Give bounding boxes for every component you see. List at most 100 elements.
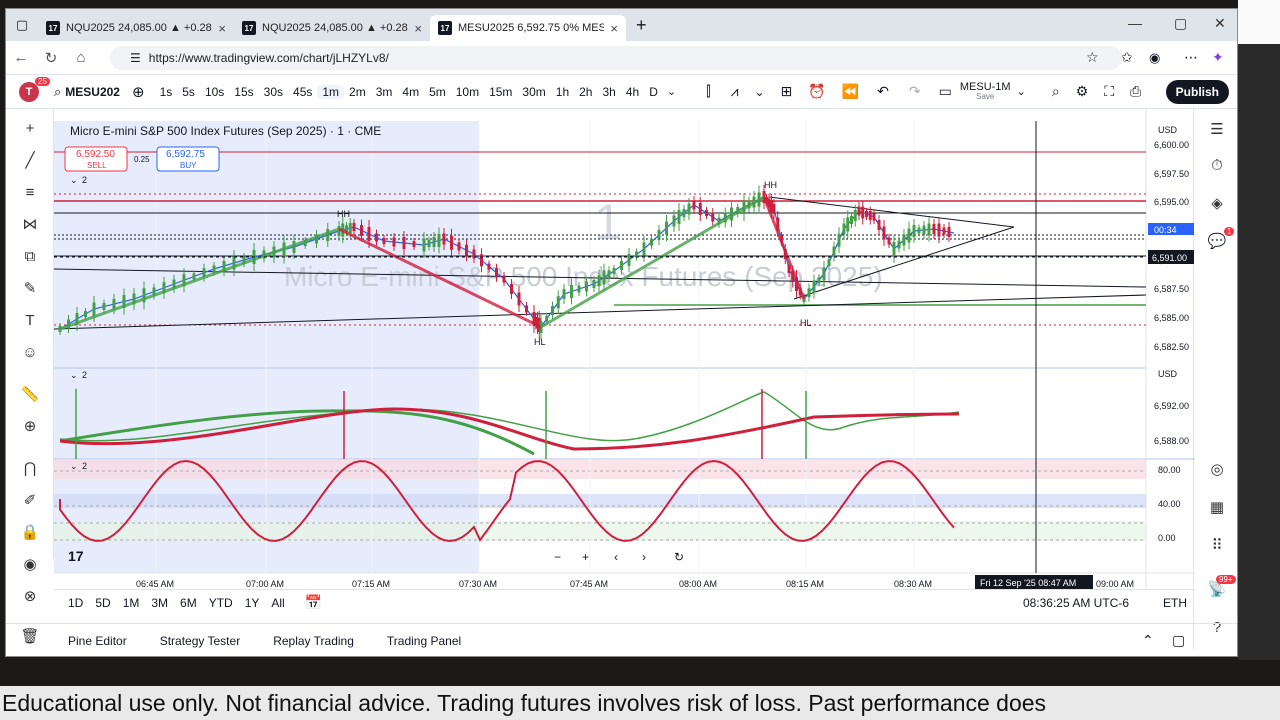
url-field[interactable]: ☰ https://www.tradingview.com/chart/jLHZY… xyxy=(110,46,1122,70)
browser-tab-1[interactable]: 17NQU2025 24,085.00 ▲ +0.28% N× xyxy=(38,15,234,41)
clock[interactable]: 08:36:25 AM UTC-6 xyxy=(1023,596,1129,610)
interval-30s[interactable]: 30s xyxy=(259,85,288,99)
extension-icon[interactable]: ◉ xyxy=(1149,50,1160,66)
panel-tab-2[interactable]: Replay Trading xyxy=(257,634,371,648)
interval-1h[interactable]: 1h xyxy=(551,85,574,99)
object-tree-icon[interactable]: ⊗ xyxy=(20,587,40,607)
calendar-icon[interactable]: ▦ xyxy=(1206,497,1228,519)
favorite-icon[interactable]: ☆ xyxy=(1086,49,1099,66)
publish-button[interactable]: Publish xyxy=(1165,80,1229,104)
interval-4h[interactable]: 4h xyxy=(621,85,644,99)
text-icon[interactable]: T xyxy=(20,311,40,331)
lock-icon[interactable]: 🔒 xyxy=(20,523,40,543)
collapse-pane-icon[interactable]: ⌄ xyxy=(70,175,78,185)
compare-symbol-icon[interactable]: ⊕ xyxy=(132,83,145,101)
avatar[interactable]: T 25 xyxy=(6,76,50,107)
undo-icon[interactable]: ↶ xyxy=(877,83,889,100)
interval-4m[interactable]: 4m xyxy=(397,85,424,99)
layout-name[interactable]: MESU-1M Save xyxy=(960,82,1011,101)
close-tab-icon[interactable]: × xyxy=(610,21,618,36)
site-info-icon[interactable]: ☰ xyxy=(130,51,141,65)
session[interactable]: ETH xyxy=(1163,596,1187,610)
watchlist-icon[interactable]: ☰ xyxy=(1206,119,1228,141)
favorites-bar-icon[interactable]: ✩ xyxy=(1121,49,1133,66)
go-to-date-icon[interactable]: 📅 xyxy=(305,594,322,611)
symbol-search-icon[interactable]: ⌕ xyxy=(54,84,61,100)
magnet-icon[interactable]: ⋂ xyxy=(20,459,40,479)
range-6M[interactable]: 6M xyxy=(174,596,203,610)
brush-icon[interactable]: ✎ xyxy=(20,279,40,299)
browser-tab-3[interactable]: 17MESU2025 6,592.75 0% MESU-1M× xyxy=(430,15,626,41)
symbol-input[interactable]: MESU202 xyxy=(65,85,120,99)
range-1D[interactable]: 1D xyxy=(62,596,89,610)
zoom-control-1[interactable]: + xyxy=(582,550,589,564)
home-icon[interactable]: ⌂ xyxy=(66,49,96,66)
zoom-in-icon[interactable]: ⊕ xyxy=(20,417,40,437)
target-icon[interactable]: ◎ xyxy=(1206,459,1228,481)
close-tab-icon[interactable]: × xyxy=(218,21,226,36)
quick-search-icon[interactable]: ⌕ xyxy=(1052,83,1060,100)
interval-2m[interactable]: 2m xyxy=(344,85,371,99)
interval-3h[interactable]: 3h xyxy=(597,85,620,99)
zoom-control-0[interactable]: − xyxy=(554,550,561,564)
trend-line-icon[interactable]: ╱ xyxy=(20,151,40,171)
interval-10s[interactable]: 10s xyxy=(200,85,229,99)
layout-icon[interactable]: ▭ xyxy=(939,83,952,100)
snapshot-icon[interactable]: ⎙ xyxy=(1130,83,1141,100)
interval-5s[interactable]: 5s xyxy=(177,85,200,99)
interval-1s[interactable]: 1s xyxy=(155,85,178,99)
replay-icon[interactable]: ⏪ xyxy=(842,83,859,100)
interval-45s[interactable]: 45s xyxy=(288,85,317,99)
zoom-control-4[interactable]: ↻ xyxy=(674,550,684,564)
panel-tab-1[interactable]: Strategy Tester xyxy=(144,634,257,648)
zoom-control-3[interactable]: › xyxy=(642,550,646,564)
reload-icon[interactable]: ↻ xyxy=(36,49,66,67)
back-icon[interactable]: ← xyxy=(6,49,36,66)
interval-15s[interactable]: 15s xyxy=(229,85,258,99)
eye-icon[interactable]: ◉ xyxy=(20,555,40,575)
new-tab-icon[interactable]: + xyxy=(626,15,647,36)
range-3M[interactable]: 3M xyxy=(145,596,174,610)
ruler-icon[interactable]: 📏 xyxy=(20,385,40,405)
collapse-pane-icon[interactable]: ⌄ xyxy=(70,370,78,380)
collapse-pane-icon[interactable]: ⌄ xyxy=(70,461,78,471)
interval-5m[interactable]: 5m xyxy=(424,85,451,99)
zoom-control-2[interactable]: ‹ xyxy=(614,550,618,564)
prediction-icon[interactable]: ⧉ xyxy=(20,247,40,267)
fib-icon[interactable]: ≡ xyxy=(20,183,40,203)
panel-tab-0[interactable]: Pine Editor xyxy=(52,634,144,648)
apps-icon[interactable]: ⠿ xyxy=(1206,535,1228,557)
interval-30m[interactable]: 30m xyxy=(517,85,550,99)
range-YTD[interactable]: YTD xyxy=(203,596,239,610)
crosshair-icon[interactable]: + xyxy=(20,119,40,139)
more-options-icon[interactable]: ⋯ xyxy=(1184,49,1198,66)
range-1M[interactable]: 1M xyxy=(117,596,146,610)
redo-icon[interactable]: ↷ xyxy=(909,83,921,100)
interval-2h[interactable]: 2h xyxy=(574,85,597,99)
chevron-down-icon[interactable]: ⌄ xyxy=(667,85,676,98)
chevron-down-icon[interactable]: ⌄ xyxy=(1017,85,1026,98)
range-5D[interactable]: 5D xyxy=(89,596,116,610)
chevron-down-icon[interactable]: ⌄ xyxy=(754,85,764,99)
maximize-icon[interactable]: ▢ xyxy=(1174,15,1187,32)
candle-type-icon[interactable]: ⫿ xyxy=(706,83,710,100)
pattern-icon[interactable]: ⋈ xyxy=(20,215,40,235)
chart-area[interactable]: Micro E-mini S&P 500 Index Futures (Sep … xyxy=(54,109,1195,589)
settings-icon[interactable]: ⚙ xyxy=(1076,83,1089,100)
minimize-icon[interactable]: — xyxy=(1128,15,1142,31)
range-All[interactable]: All xyxy=(265,596,290,610)
interval-D[interactable]: D xyxy=(644,85,663,99)
alerts-clock-icon[interactable]: ⏱ xyxy=(1206,155,1228,177)
emoji-icon[interactable]: ☺ xyxy=(20,343,40,363)
fullscreen-icon[interactable]: ⛶ xyxy=(1104,83,1114,100)
interval-1m[interactable]: 1m xyxy=(317,84,345,99)
range-1Y[interactable]: 1Y xyxy=(239,596,266,610)
tab-actions-icon[interactable]: ▢ xyxy=(6,17,38,33)
interval-3m[interactable]: 3m xyxy=(371,85,398,99)
alert-icon[interactable]: ⏰ xyxy=(808,83,825,100)
interval-15m[interactable]: 15m xyxy=(484,85,517,99)
panel-tab-3[interactable]: Trading Panel xyxy=(371,634,478,648)
close-window-icon[interactable]: ✕ xyxy=(1214,15,1226,32)
collapse-icon[interactable]: ⌃ xyxy=(1142,632,1154,649)
layers-icon[interactable]: ◈ xyxy=(1206,193,1228,215)
